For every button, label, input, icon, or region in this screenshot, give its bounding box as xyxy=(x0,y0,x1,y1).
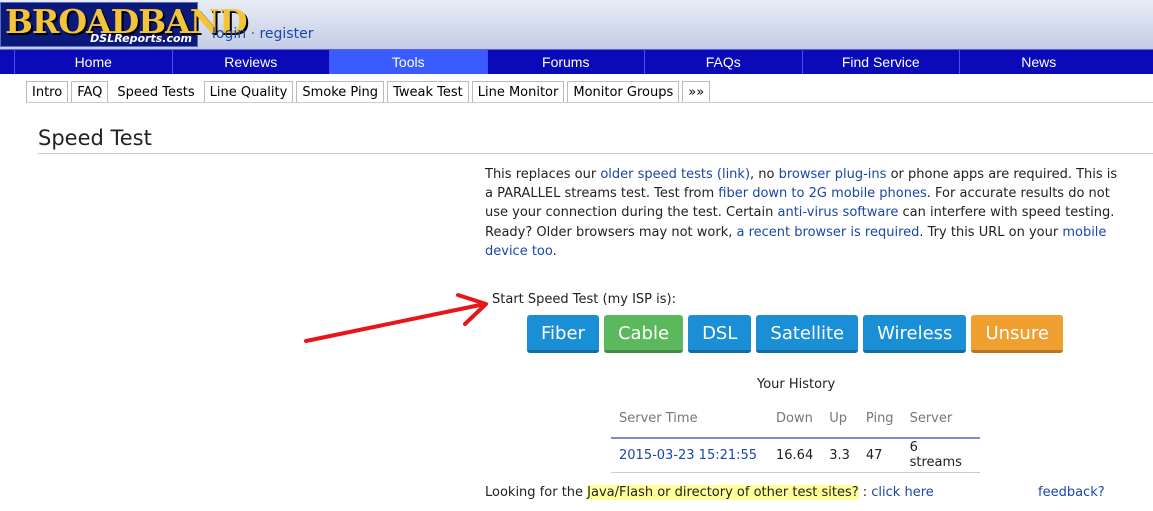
isp-button-group: Fiber Cable DSL Satellite Wireless Unsur… xyxy=(527,315,1063,353)
site-header: BROADBAND DSLReports.com login · registe… xyxy=(0,0,1153,49)
history-table: Server Time Down Up Ping Server 2015-03-… xyxy=(611,400,980,473)
browser-plugins-link[interactable]: browser plug-ins xyxy=(779,167,887,182)
intro-text-5: can interfere with speed testing. xyxy=(898,205,1115,221)
nav-reviews[interactable]: Reviews xyxy=(173,50,330,74)
subtab-tweak-test[interactable]: Tweak Test xyxy=(387,81,469,103)
site-logo[interactable]: BROADBAND DSLReports.com xyxy=(0,2,248,47)
colon-text: : xyxy=(858,485,872,500)
cable-button[interactable]: Cable xyxy=(603,315,684,353)
subtab-faq[interactable]: FAQ xyxy=(71,81,109,103)
subtab-intro[interactable]: Intro xyxy=(26,81,69,103)
intro-text-2: , no xyxy=(750,167,779,182)
history-server: 6 streams xyxy=(901,438,980,473)
fiber-button[interactable]: Fiber xyxy=(527,315,599,353)
nav-spacer xyxy=(0,50,15,74)
col-server: Server xyxy=(901,400,980,439)
history-header-row: Server Time Down Up Ping Server xyxy=(611,400,980,439)
col-down: Down xyxy=(768,400,822,439)
intro-text: This replaces our older speed tests (lin… xyxy=(485,165,1125,261)
table-row: 2015-03-23 15:21:55 16.64 3.3 47 6 strea… xyxy=(611,438,980,473)
subtab-smoke-ping[interactable]: Smoke Ping xyxy=(296,81,385,103)
anti-virus-link[interactable]: anti-virus software xyxy=(778,205,899,220)
start-speed-test-label: Start Speed Test (my ISP is): xyxy=(492,292,676,307)
annotation-arrow-icon xyxy=(304,293,488,343)
tools-subtabs: Intro FAQ Speed Tests Line Quality Smoke… xyxy=(26,81,711,103)
history-up: 3.3 xyxy=(821,438,858,473)
nav-forums[interactable]: Forums xyxy=(488,50,645,74)
col-ping: Ping xyxy=(857,400,902,439)
satellite-button[interactable]: Satellite xyxy=(756,315,859,353)
subtab-more[interactable]: »» xyxy=(682,81,711,103)
subtab-line-quality[interactable]: Line Quality xyxy=(203,81,294,103)
click-here-link[interactable]: click here xyxy=(871,485,933,500)
register-link[interactable]: register xyxy=(259,26,313,42)
page-title: Speed Test xyxy=(38,126,152,150)
history-time-link[interactable]: 2015-03-23 15:21:55 xyxy=(611,438,768,473)
fiber-to-2g-link[interactable]: fiber down to 2G mobile phones xyxy=(718,186,926,201)
intro-text-1: This replaces our xyxy=(485,167,601,182)
col-server-time: Server Time xyxy=(611,400,768,439)
auth-links: login · register xyxy=(212,26,313,42)
wireless-button[interactable]: Wireless xyxy=(863,315,967,353)
subtab-monitor-groups[interactable]: Monitor Groups xyxy=(567,81,680,103)
nav-home[interactable]: Home xyxy=(15,50,173,74)
subtab-speed-tests[interactable]: Speed Tests xyxy=(111,81,201,103)
nav-news[interactable]: News xyxy=(960,50,1118,74)
nav-find-service[interactable]: Find Service xyxy=(803,50,960,74)
intro-text-7: . Try this URL on your xyxy=(919,224,1063,240)
other-tests-highlight: Java/Flash or directory of other test si… xyxy=(587,485,859,500)
nav-faqs[interactable]: FAQs xyxy=(645,50,803,74)
looking-text: Looking for the xyxy=(485,485,588,500)
logo-sub-text: DSLReports.com xyxy=(90,32,192,45)
unsure-button[interactable]: Unsure xyxy=(971,315,1063,353)
other-tests-line: Looking for the Java/Flash or directory … xyxy=(485,485,934,500)
recent-browser-link[interactable]: a recent browser is required xyxy=(736,225,919,240)
main-nav: Home Reviews Tools Forums FAQs Find Serv… xyxy=(0,49,1153,74)
history-ping: 47 xyxy=(857,438,902,473)
nav-tools[interactable]: Tools xyxy=(330,50,488,74)
col-up: Up xyxy=(821,400,858,439)
older-speed-tests-link[interactable]: older speed tests (link) xyxy=(600,167,750,182)
dsl-button[interactable]: DSL xyxy=(688,315,752,353)
subtab-line-monitor[interactable]: Line Monitor xyxy=(471,81,565,103)
history-down: 16.64 xyxy=(768,438,822,473)
login-link[interactable]: login xyxy=(212,26,246,42)
history-title: Your History xyxy=(757,377,836,392)
intro-text-8: . xyxy=(552,243,557,259)
feedback-link[interactable]: feedback? xyxy=(1038,485,1105,500)
subtab-divider xyxy=(26,102,1153,103)
intro-text-6: Ready? Older browsers may not work, xyxy=(485,224,737,240)
title-divider xyxy=(38,153,1153,154)
auth-separator: · xyxy=(250,26,256,42)
